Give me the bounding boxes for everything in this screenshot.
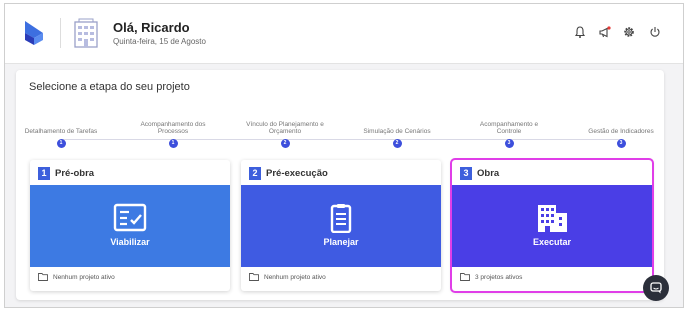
- megaphone-icon[interactable]: [598, 25, 612, 39]
- card-status: Nenhum projeto ativo: [53, 273, 115, 281]
- top-header: Olá, Ricardo Quinta-feira, 15 de Agosto: [5, 4, 683, 64]
- step-label: Acompanhamento e Controle: [479, 121, 539, 135]
- step-phase-badge: 3: [616, 139, 626, 148]
- step-acompanhamento-dos-processos[interactable]: Acompanhamento dos Processos 1: [133, 110, 213, 148]
- current-date: Quinta-feira, 15 de Agosto: [113, 37, 206, 46]
- stage-card-obra[interactable]: 3 Obra Executar 3 projetos ativos: [450, 158, 654, 293]
- project-stage-panel: Selecione a etapa do seu projeto Detalha…: [16, 70, 664, 300]
- step-phase-badge: 2: [280, 139, 290, 148]
- card-action-label: Viabilizar: [110, 237, 150, 247]
- app-frame: Olá, Ricardo Quinta-feira, 15 de Agosto …: [4, 3, 684, 308]
- step-label: Detalhamento de Tarefas: [24, 128, 98, 135]
- card-body[interactable]: Executar: [452, 185, 652, 267]
- step-phase-badge: 2: [392, 139, 402, 148]
- card-number-badge: 2: [249, 166, 261, 180]
- step-label: Acompanhamento dos Processos: [140, 121, 206, 135]
- step-label: Vínculo do Planejamento e Orçamento: [246, 121, 324, 135]
- card-body[interactable]: Viabilizar: [30, 185, 230, 267]
- checklist-icon: [113, 203, 147, 233]
- card-header: 1 Pré-obra: [38, 166, 94, 180]
- card-footer: Nenhum projeto ativo: [38, 273, 115, 281]
- card-header: 2 Pré-execução: [249, 166, 328, 180]
- power-icon[interactable]: [648, 25, 662, 39]
- card-number-badge: 3: [460, 166, 472, 180]
- step-label: Gestão de Indicadores: [588, 128, 654, 135]
- step-phase-badge: 3: [504, 139, 514, 148]
- card-footer: Nenhum projeto ativo: [249, 273, 326, 281]
- card-title: Pré-obra: [55, 167, 95, 179]
- building-icon: [535, 203, 569, 233]
- stage-card-pre-obra[interactable]: 1 Pré-obra Viabilizar Nenhum projeto ati…: [30, 160, 230, 291]
- card-body[interactable]: Planejar: [241, 185, 441, 267]
- card-title: Obra: [477, 167, 500, 179]
- card-action-label: Planejar: [323, 237, 359, 247]
- company-building-icon: [74, 18, 98, 48]
- step-label: Simulação de Cenários: [363, 128, 431, 135]
- folder-icon: [249, 273, 259, 281]
- card-footer: 3 projetos ativos: [460, 273, 522, 281]
- step-phase-badge: 1: [168, 139, 178, 148]
- gear-icon[interactable]: [622, 25, 636, 39]
- header-divider: [60, 18, 61, 48]
- step-detalhamento-de-tarefas[interactable]: Detalhamento de Tarefas 1: [21, 110, 101, 148]
- folder-icon: [38, 273, 48, 281]
- brand-logo-icon[interactable]: [23, 20, 45, 46]
- card-status: Nenhum projeto ativo: [264, 273, 326, 281]
- chat-icon: [650, 282, 662, 294]
- chat-support-button[interactable]: [643, 275, 669, 301]
- card-action-label: Executar: [532, 237, 572, 247]
- card-title: Pré-execução: [266, 167, 328, 179]
- stage-card-pre-execucao[interactable]: 2 Pré-execução Planejar Nenhum projeto a…: [241, 160, 441, 291]
- step-simulacao-de-cenarios[interactable]: Simulação de Cenários 2: [357, 110, 437, 148]
- clipboard-icon: [324, 203, 358, 233]
- card-number-badge: 1: [38, 166, 50, 180]
- bell-icon[interactable]: [573, 25, 587, 39]
- step-vinculo-planejamento-orcamento[interactable]: Vínculo do Planejamento e Orçamento 2: [245, 110, 325, 148]
- step-phase-badge: 1: [56, 139, 66, 148]
- folder-icon: [460, 273, 470, 281]
- step-acompanhamento-e-controle[interactable]: Acompanhamento e Controle 3: [469, 110, 549, 148]
- step-gestao-de-indicadores[interactable]: Gestão de Indicadores 3: [581, 110, 661, 148]
- user-greeting: Olá, Ricardo: [113, 20, 190, 35]
- panel-title: Selecione a etapa do seu projeto: [29, 81, 190, 93]
- card-header: 3 Obra: [460, 166, 499, 180]
- card-status: 3 projetos ativos: [475, 273, 523, 281]
